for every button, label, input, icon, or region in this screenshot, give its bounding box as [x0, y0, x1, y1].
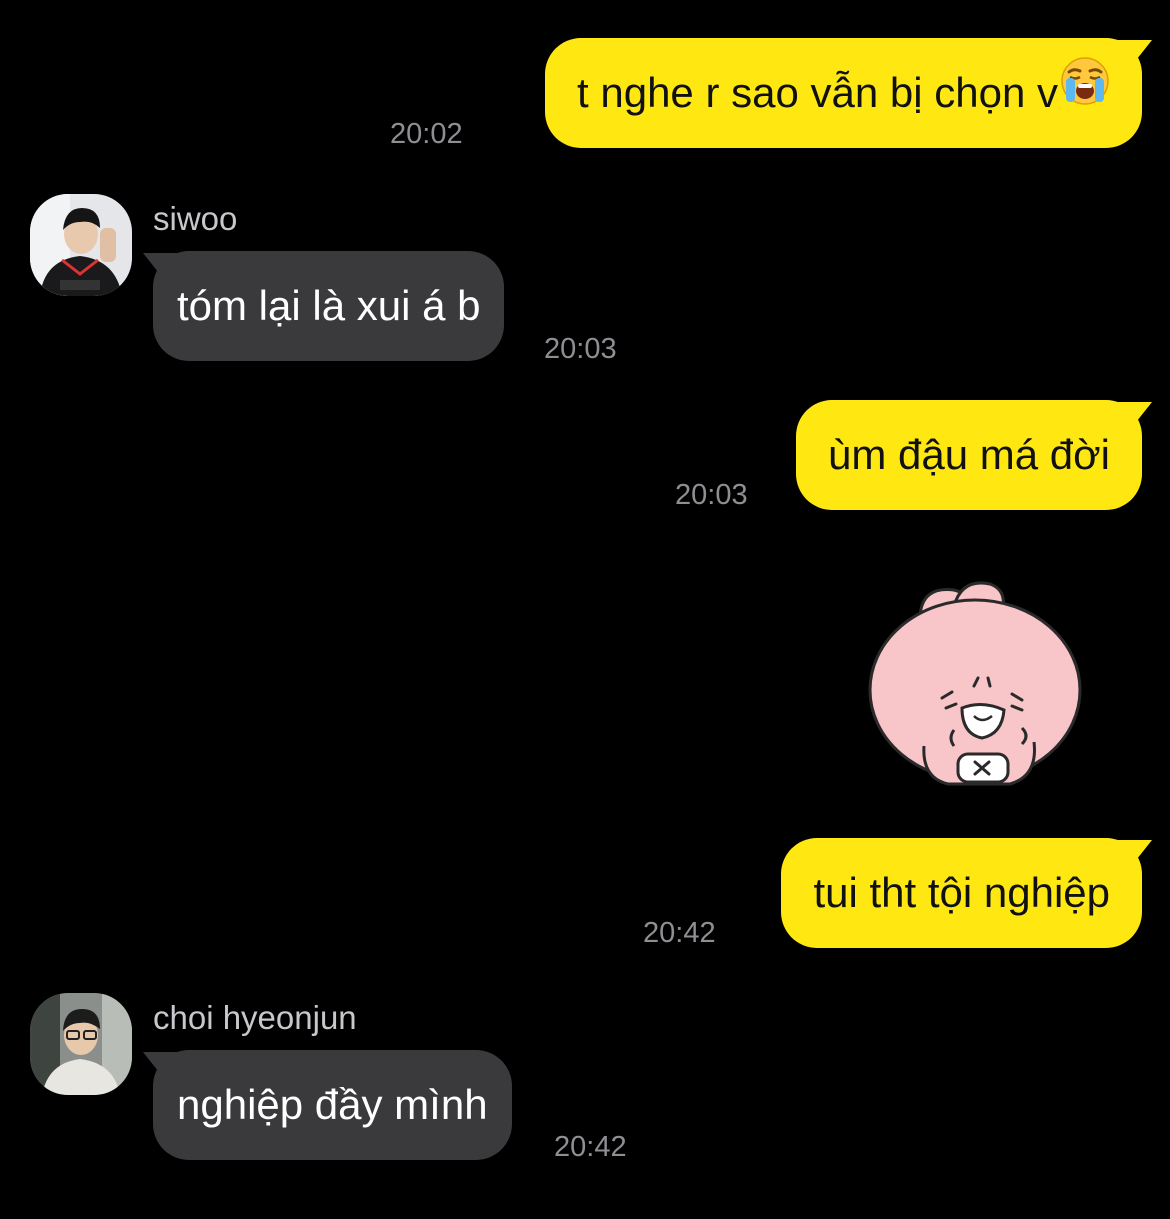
avatar[interactable]: [30, 194, 132, 296]
outgoing-message-bubble[interactable]: ùm đậu má đời: [795, 400, 1142, 510]
message-timestamp: 20:42: [643, 917, 716, 949]
loudly-crying-face-emoji-icon: [1060, 37, 1110, 147]
outgoing-message-bubble[interactable]: tui tht tội nghiệp: [781, 838, 1142, 948]
message-timestamp: 20:03: [544, 333, 617, 365]
message-timestamp: 20:02: [390, 118, 463, 150]
avatar[interactable]: [30, 993, 132, 1095]
message-text: nghiệp đầy mình: [177, 1081, 488, 1128]
message-timestamp: 20:03: [675, 479, 748, 511]
message-text: t nghe r sao vẫn bị chọn v: [577, 69, 1058, 116]
message-text: ùm đậu má đời: [827, 431, 1110, 478]
message-text: tóm lại là xui á b: [177, 282, 481, 329]
message-text: tui tht tội nghiệp: [813, 869, 1110, 916]
incoming-message-bubble[interactable]: nghiệp đầy mình: [153, 1050, 512, 1160]
incoming-message-bubble[interactable]: tóm lại là xui á b: [153, 251, 505, 361]
sender-name: siwoo: [153, 200, 238, 237]
message-timestamp: 20:42: [554, 1131, 627, 1163]
chat-thread[interactable]: 20:02 t nghe r sao vẫn bị chọn v siwoo t…: [0, 0, 1170, 1219]
pink-crying-bunny-sticker-icon[interactable]: [862, 578, 1092, 798]
outgoing-message-bubble[interactable]: t nghe r sao vẫn bị chọn v: [545, 38, 1142, 148]
sender-name: choi hyeonjun: [153, 999, 357, 1036]
